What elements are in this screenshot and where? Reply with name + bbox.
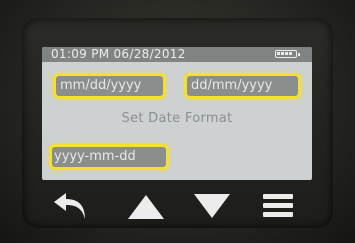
up-button[interactable] <box>126 189 166 223</box>
battery-icon <box>275 50 300 58</box>
device: 01:09 PM 06/28/2012 mm/dd/yyyy dd/mm/yyy… <box>0 0 355 243</box>
date-format-option-dd-mm-yyyy[interactable]: dd/mm/yyyy <box>184 73 301 99</box>
status-bar: 01:09 PM 06/28/2012 <box>42 47 312 62</box>
date-format-option-mm-dd-yyyy[interactable]: mm/dd/yyyy <box>53 73 166 99</box>
status-datetime: 01:09 PM 06/28/2012 <box>51 47 186 61</box>
back-arrow-icon <box>54 193 85 219</box>
up-triangle-icon <box>128 195 164 219</box>
date-format-option-yyyy-mm-dd[interactable]: yyyy-mm-dd <box>49 144 169 170</box>
menu-icon <box>263 194 293 217</box>
menu-button[interactable] <box>261 189 297 223</box>
down-button[interactable] <box>192 189 232 223</box>
screen-title: Set Date Format <box>121 111 233 126</box>
down-triangle-icon <box>194 194 230 218</box>
lcd-screen: 01:09 PM 06/28/2012 mm/dd/yyyy dd/mm/yyy… <box>42 47 312 180</box>
back-button[interactable] <box>52 189 92 223</box>
